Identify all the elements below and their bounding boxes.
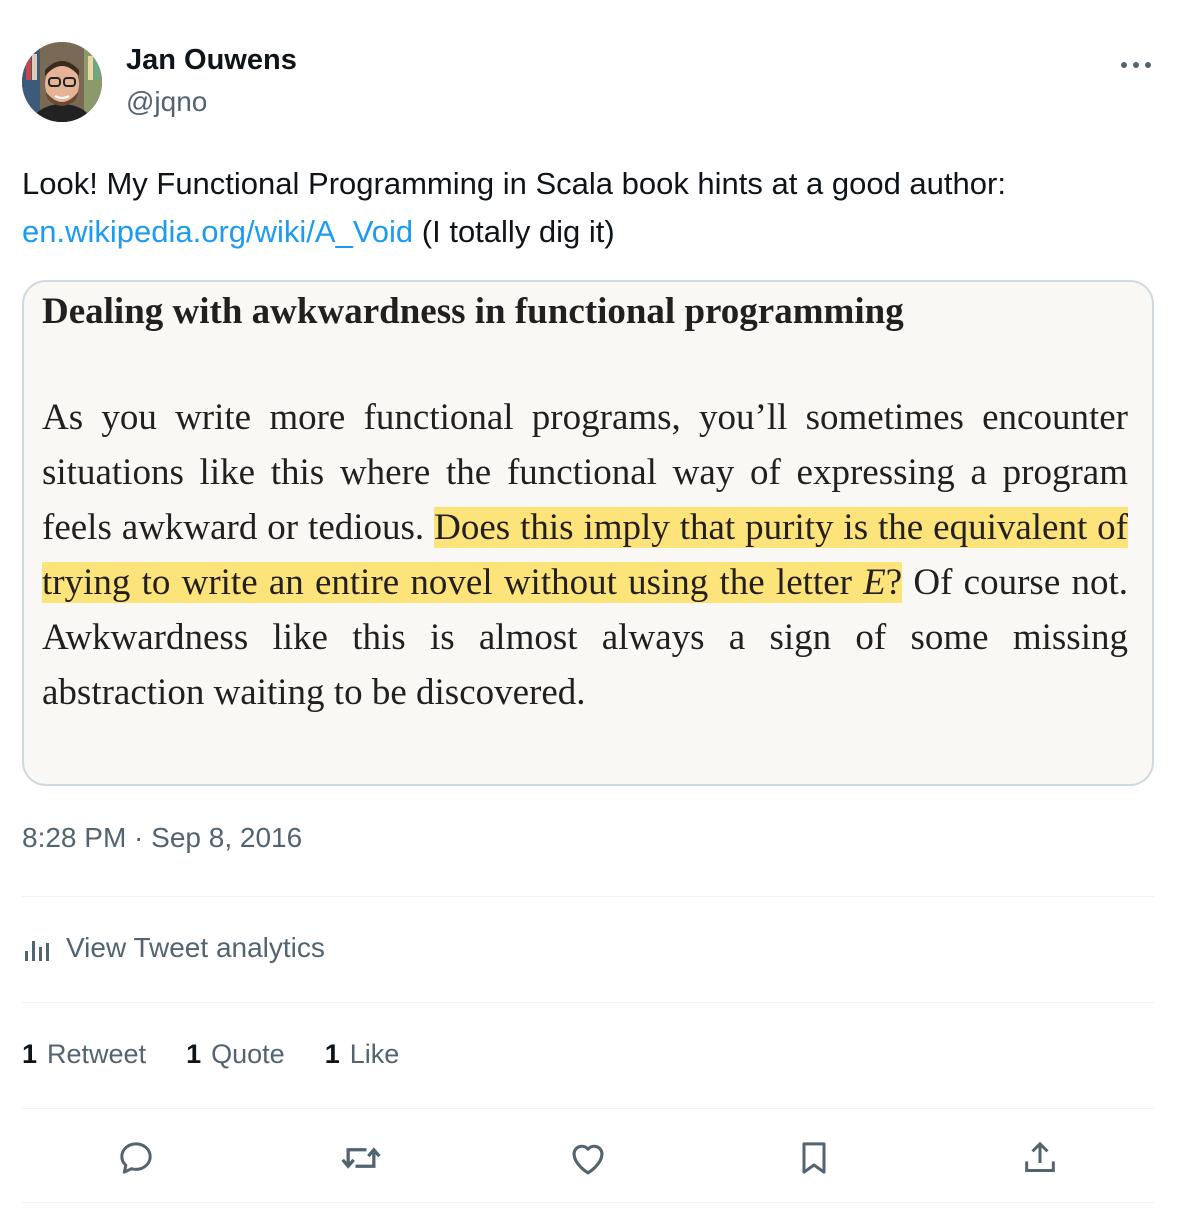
stat-label: Quote <box>211 1038 285 1069</box>
engagement-stats: 1 Retweet 1 Quote 1 Like <box>22 1034 439 1074</box>
bookmark-button[interactable] <box>790 1134 838 1182</box>
reply-icon <box>120 1142 152 1174</box>
book-section-title: Dealing with awkwardness in functional p… <box>42 291 904 332</box>
quote-count[interactable]: 1 Quote <box>186 1039 285 1070</box>
heart-icon <box>572 1144 604 1175</box>
wikipedia-link[interactable]: en.wikipedia.org/wiki/A_Void <box>22 214 413 249</box>
tweet-text-main: Look! My Functional Programming in Scala… <box>22 166 1006 201</box>
divider <box>22 1108 1154 1109</box>
view-analytics-link[interactable]: View Tweet analytics <box>22 926 325 970</box>
book-paragraph: As you write more functional programs, y… <box>42 390 1129 720</box>
bar-chart-icon <box>25 941 49 961</box>
stat-count: 1 <box>324 1038 340 1069</box>
more-icon <box>1121 62 1151 68</box>
book-highlight-letter: E <box>863 562 886 603</box>
divider <box>22 1202 1154 1203</box>
tweet-text: Look! My Functional Programming in Scala… <box>22 160 1162 256</box>
tweet-text-suffix: (I totally dig it) <box>413 214 615 249</box>
author-name[interactable]: Jan Ouwens <box>126 44 297 77</box>
stat-label: Retweet <box>47 1038 147 1069</box>
divider <box>22 1002 1154 1003</box>
analytics-label: View Tweet analytics <box>66 932 325 963</box>
retweet-button[interactable] <box>337 1134 385 1182</box>
avatar-image <box>22 42 102 122</box>
tweet-image[interactable]: Dealing with awkwardness in functional p… <box>22 280 1154 786</box>
tweet-header: Jan Ouwens @jqno <box>22 42 1158 126</box>
share-button[interactable] <box>1016 1134 1064 1182</box>
like-button[interactable] <box>564 1134 612 1182</box>
more-options-button[interactable] <box>1116 50 1156 80</box>
author-handle[interactable]: @jqno <box>126 86 207 118</box>
reply-button[interactable] <box>112 1134 160 1182</box>
retweet-icon <box>341 1147 381 1169</box>
share-icon <box>1025 1141 1055 1172</box>
tweet-timestamp[interactable]: 8:28 PM · Sep 8, 2016 <box>22 822 302 854</box>
stat-count: 1 <box>22 1038 38 1069</box>
like-count[interactable]: 1 Like <box>325 1039 400 1070</box>
tweet-action-bar <box>22 1130 1154 1186</box>
avatar[interactable] <box>22 42 102 122</box>
stat-count: 1 <box>186 1038 202 1069</box>
stat-label: Like <box>349 1038 400 1069</box>
book-highlight-end: ? <box>885 562 903 603</box>
bookmark-icon <box>802 1142 826 1174</box>
divider <box>22 896 1154 897</box>
retweet-count[interactable]: 1 Retweet <box>22 1039 146 1070</box>
